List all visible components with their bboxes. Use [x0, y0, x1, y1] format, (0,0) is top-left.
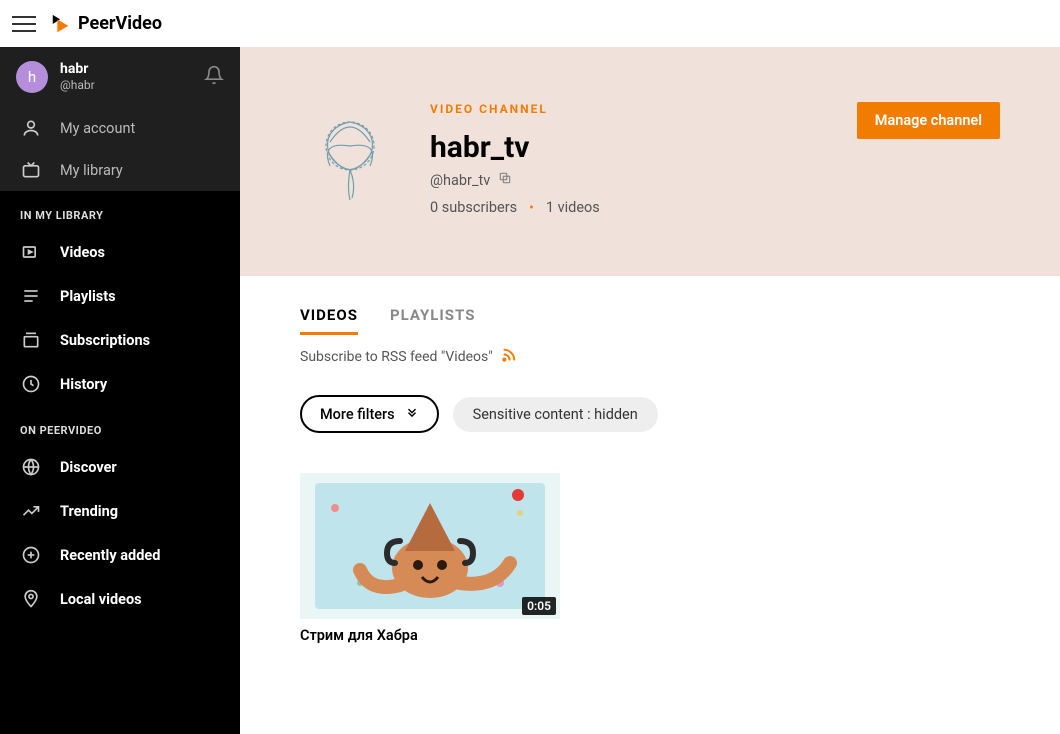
notifications-icon[interactable] — [204, 65, 224, 89]
sidebar-section-platform: ON PEERVIDEO — [0, 406, 240, 445]
video-duration: 0:05 — [522, 597, 556, 615]
tv-icon — [20, 159, 42, 181]
sidebar-item-history[interactable]: History — [0, 362, 240, 406]
rss-icon[interactable] — [501, 347, 517, 367]
more-filters-button[interactable]: More filters — [300, 395, 439, 433]
trending-icon — [20, 500, 42, 522]
plus-circle-icon — [20, 544, 42, 566]
sidebar-section-library: IN MY LIBRARY — [0, 191, 240, 230]
user-icon — [20, 117, 42, 139]
video-icon — [20, 241, 42, 263]
rss-subscribe-text[interactable]: Subscribe to RSS feed "Videos" — [300, 349, 493, 365]
channel-banner: VIDEO CHANNEL habr_tv @habr_tv 0 subscri… — [240, 47, 1060, 276]
playlist-icon — [20, 285, 42, 307]
nav-label: Subscriptions — [60, 332, 150, 349]
sidebar-item-subscriptions[interactable]: Subscriptions — [0, 318, 240, 362]
user-handle: @habr — [60, 78, 95, 92]
map-pin-icon — [20, 588, 42, 610]
nav-label: Local videos — [60, 591, 142, 608]
sidebar-item-discover[interactable]: Discover — [0, 445, 240, 489]
nav-label: Playlists — [60, 288, 116, 305]
more-filters-label: More filters — [320, 406, 395, 423]
video-count: 1 videos — [546, 199, 600, 216]
user-block[interactable]: h habr @habr — [0, 47, 240, 107]
sidebar-item-my-account[interactable]: My account — [0, 107, 240, 149]
nav-label: Trending — [60, 503, 118, 520]
nav-label: Videos — [60, 244, 105, 261]
nav-label: My library — [60, 162, 123, 179]
sidebar: h habr @habr My account My library IN MY… — [0, 47, 240, 734]
copy-icon[interactable] — [498, 171, 512, 189]
play-logo-icon — [50, 13, 72, 35]
nav-label: Recently added — [60, 547, 160, 564]
hamburger-menu-icon[interactable] — [12, 12, 36, 36]
subscriber-count: 0 subscribers — [430, 199, 517, 216]
nav-label: My account — [60, 120, 135, 137]
history-icon — [20, 373, 42, 395]
subscriptions-icon — [20, 329, 42, 351]
brand-name: PeerVideo — [78, 13, 162, 34]
brand-logo[interactable]: PeerVideo — [50, 13, 162, 35]
sidebar-item-videos[interactable]: Videos — [0, 230, 240, 274]
manage-channel-button[interactable]: Manage channel — [857, 102, 1000, 139]
chevron-down-icon — [405, 405, 419, 423]
sidebar-item-playlists[interactable]: Playlists — [0, 274, 240, 318]
avatar: h — [16, 61, 48, 93]
video-title[interactable]: Стрим для Хабра — [300, 627, 560, 644]
nav-label: Discover — [60, 459, 117, 476]
tab-videos[interactable]: VIDEOS — [300, 306, 358, 335]
sidebar-item-my-library[interactable]: My library — [0, 149, 240, 191]
globe-icon — [20, 456, 42, 478]
nav-label: History — [60, 376, 107, 393]
tab-playlists[interactable]: PLAYLISTS — [390, 306, 475, 335]
sensitive-content-pill[interactable]: Sensitive content : hidden — [453, 397, 658, 432]
user-display-name: habr — [60, 61, 95, 78]
separator-dot: • — [529, 201, 534, 215]
channel-handle: @habr_tv — [430, 172, 490, 189]
channel-eyebrow: VIDEO CHANNEL — [430, 102, 827, 116]
channel-title: habr_tv — [430, 130, 827, 165]
sidebar-item-local-videos[interactable]: Local videos — [0, 577, 240, 621]
video-card[interactable]: 0:05 Стрим для Хабра — [300, 473, 560, 644]
sidebar-item-recently-added[interactable]: Recently added — [0, 533, 240, 577]
sidebar-item-trending[interactable]: Trending — [0, 489, 240, 533]
video-thumbnail[interactable]: 0:05 — [300, 473, 560, 619]
channel-avatar — [300, 102, 400, 202]
